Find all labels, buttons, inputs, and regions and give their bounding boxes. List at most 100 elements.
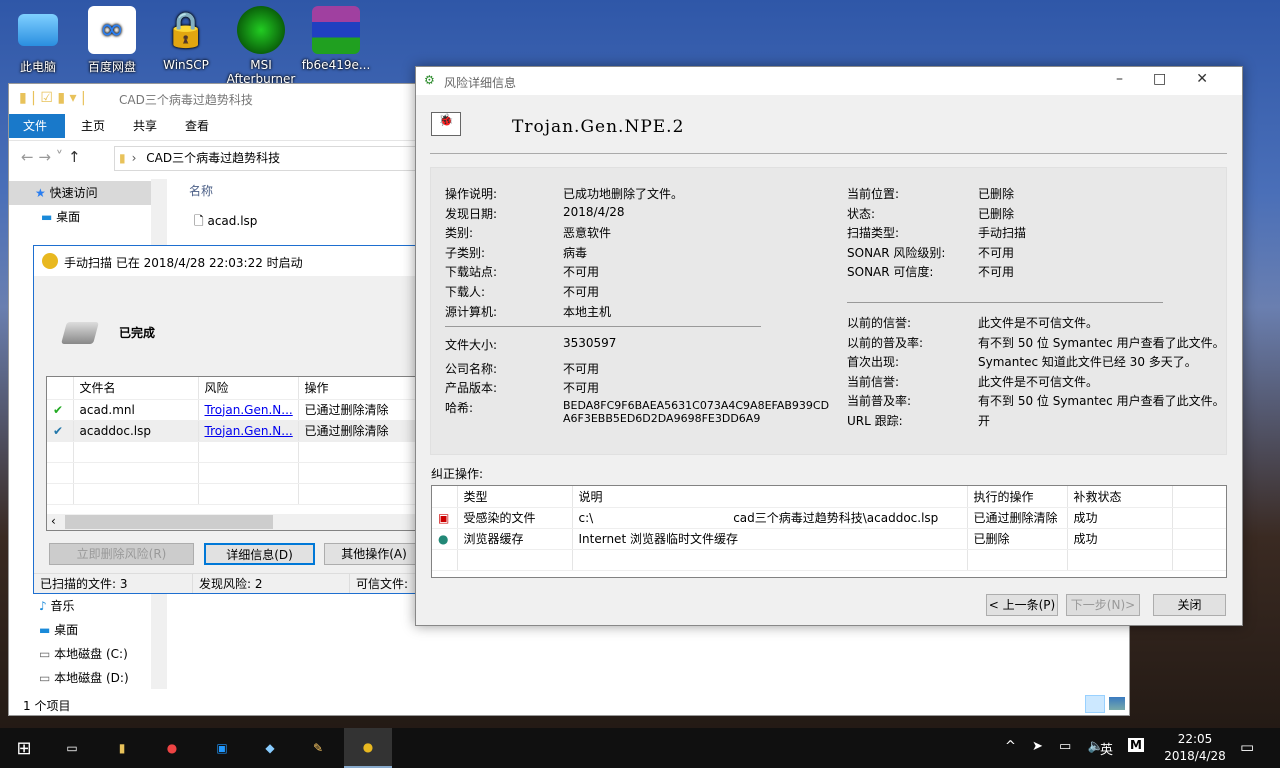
nav-quick-access[interactable]: ★ 快速访问 — [9, 181, 151, 205]
detail-label: 公司名称: — [445, 362, 498, 376]
file-item[interactable]: 🗋 acad.lsp — [194, 212, 257, 233]
detail-value: 此文件是不可信文件。 — [978, 316, 1099, 330]
m-icon[interactable]: M — [1128, 738, 1144, 752]
status-bar: 1 个项目 — [23, 699, 71, 713]
dialog-title: 手动扫描 已在 2018/4/28 22:03:22 时启动 — [64, 256, 303, 270]
large-icons-view-button[interactable] — [1109, 697, 1125, 710]
detail-value: 此文件是不可信文件。 — [978, 374, 1099, 389]
detail-label: 以前的信誉: — [847, 316, 912, 330]
detail-value: 不可用 — [978, 265, 1015, 280]
tab-view[interactable]: 查看 — [171, 114, 223, 138]
app-taskbar[interactable]: ▣ — [198, 728, 246, 768]
risk-link[interactable]: Trojan.Gen.N... — [205, 403, 293, 417]
notes-taskbar[interactable]: ◆ — [246, 728, 294, 768]
detail-value: 3530597 — [563, 336, 617, 350]
detail-label: 操作说明: — [445, 187, 498, 201]
detail-value: 本地主机 — [563, 304, 612, 319]
file-explorer-taskbar[interactable]: ▮ — [98, 728, 146, 768]
task-view-button[interactable]: ▭ — [48, 728, 96, 768]
table-row[interactable]: ✔ acad.mnl Trojan.Gen.N... 已通过删除清除 — [47, 399, 415, 421]
tray-icons[interactable]: ^ ➤ ▭ 🔈 — [1005, 739, 1110, 754]
col-desc[interactable]: 说明 — [572, 486, 968, 508]
details-button[interactable]: 详细信息(D) — [204, 543, 315, 565]
nav-desktop-2[interactable]: ▬ 桌面 — [39, 618, 129, 642]
detail-label: 下载人: — [445, 285, 486, 299]
column-name[interactable]: 名称 — [189, 182, 213, 199]
window-title: 风险详细信息 — [444, 76, 517, 90]
scanned-count: 已扫描的文件: 3 — [40, 577, 128, 591]
desktop-icon-baidu[interactable]: ∞ 百度网盘 — [76, 6, 148, 75]
detail-label: 哈希: — [445, 401, 474, 415]
remove-risks-button[interactable]: 立即删除风险(R) — [49, 543, 194, 565]
nav-drive-c[interactable]: ▭ 本地磁盘 (C:) — [39, 642, 129, 666]
detail-label: URL 跟踪: — [847, 414, 903, 428]
detail-label: SONAR 风险级别: — [847, 245, 946, 260]
drive-icon — [61, 322, 99, 344]
nav-drive-d[interactable]: ▭ 本地磁盘 (D:) — [39, 666, 129, 690]
col-status[interactable]: 补救状态 — [1067, 486, 1173, 508]
nav-arrows[interactable]: ← → ˅ ↑ — [21, 148, 81, 166]
risk-link[interactable]: Trojan.Gen.N... — [205, 424, 293, 438]
bug-icon: 🐞 — [431, 112, 461, 136]
tab-share[interactable]: 共享 — [119, 114, 171, 138]
taskbar: ⊞ ▭ ▮ ● ▣ ◆ ✎ ● ^ ➤ ▭ 🔈 英 M 22:05 2018/4/… — [0, 728, 1280, 768]
details-view-button[interactable] — [1085, 695, 1105, 713]
manual-scan-dialog: 手动扫描 已在 2018/4/28 22:03:22 时启动 已完成 文件名 风险… — [33, 245, 416, 594]
nav-music[interactable]: ♪ 音乐 — [39, 594, 129, 618]
window-controls[interactable]: –□✕ — [1116, 71, 1238, 87]
detail-label: 扫描类型: — [847, 226, 900, 241]
table-row[interactable]: ● 浏览器缓存 Internet 浏览器临时文件缓存 已删除 成功 — [432, 528, 1226, 550]
remediation-table: 类型 说明 执行的操作 补救状态 ▣ 受感染的文件 c:\ cad三个病毒过趋势科技\aca… — [431, 485, 1227, 578]
col-action[interactable]: 执行的操作 — [967, 486, 1068, 508]
detail-value: Symantec 知道此文件已经 30 多天了。 — [978, 355, 1197, 370]
detail-value: 不可用 — [978, 245, 1015, 260]
other-actions-button[interactable]: 其他操作(A) — [324, 543, 415, 565]
col-filename[interactable]: 文件名 — [73, 377, 199, 400]
nav-desktop[interactable]: ▬ 桌面 — [9, 205, 151, 229]
detail-label: 源计算机: — [445, 304, 498, 319]
detail-value: BEDA8FC9F6BAEA5631C073A4C9A8EFAB939CD — [563, 399, 830, 412]
detail-value: 开 — [978, 414, 991, 428]
tab-home[interactable]: 主页 — [67, 114, 119, 138]
tab-file[interactable]: 文件 — [9, 114, 65, 138]
desktop-icon-this-pc[interactable]: 此电脑 — [2, 6, 74, 75]
next-button[interactable]: 下一步(N)> — [1066, 594, 1140, 616]
table-row[interactable]: ▣ 受感染的文件 c:\ cad三个病毒过趋势科技\acaddoc.lsp 已通过删除清… — [432, 507, 1226, 529]
risks-count: 发现风险: 2 — [192, 574, 263, 593]
detail-label: 产品版本: — [445, 381, 498, 395]
start-button[interactable]: ⊞ — [0, 728, 48, 768]
trusted-count: 可信文件: 0 — [349, 574, 415, 593]
detail-value: 已删除 — [978, 206, 1015, 221]
previous-button[interactable]: < 上一条(P) — [986, 594, 1058, 616]
detail-value: 手动扫描 — [978, 226, 1027, 241]
desktop-icon-msi[interactable]: MSI Afterburner — [225, 6, 297, 86]
detail-label: SONAR 可信度: — [847, 265, 934, 280]
detail-value: A6F3EBB5ED6D2DA9698FE3DD6A9 — [563, 412, 761, 425]
detail-value: 有不到 50 位 Symantec 用户查看了此文件。 — [978, 335, 1225, 350]
ime-indicator[interactable]: 英 — [1100, 739, 1113, 758]
table-row[interactable]: ✔ acaddoc.lsp Trojan.Gen.N... 已通过删除清除 — [47, 420, 415, 442]
close-button[interactable]: 关闭 — [1153, 594, 1226, 616]
chrome-taskbar[interactable]: ● — [148, 728, 196, 768]
nav-lower: ♪ 音乐 ▬ 桌面 ▭ 本地磁盘 (C:) ▭ 本地磁盘 (D:) — [39, 594, 129, 690]
desktop-icon-winscp[interactable]: 🔒 WinSCP — [150, 6, 222, 72]
detail-label: 当前信誉: — [847, 374, 900, 389]
detail-value: 2018/4/28 — [563, 204, 625, 219]
desktop-icon-rar[interactable]: fb6e419e... — [300, 6, 372, 72]
infected-file-icon: ▣ — [432, 507, 458, 529]
symantec-taskbar[interactable]: ● — [344, 728, 392, 768]
col-risk[interactable]: 风险 — [198, 377, 299, 400]
detail-label: 状态: — [847, 206, 876, 221]
col-type[interactable]: 类型 — [457, 486, 573, 508]
horizontal-scrollbar[interactable]: ‹ — [47, 514, 415, 530]
paint-taskbar[interactable]: ✎ — [294, 728, 342, 768]
detail-value: 有不到 50 位 Symantec 用户查看了此文件。 — [978, 394, 1225, 409]
clock[interactable]: 22:05 2018/4/28 — [1160, 731, 1230, 765]
detail-value: 不可用 — [563, 381, 600, 395]
col-action[interactable]: 操作 — [298, 377, 415, 400]
notification-icon[interactable]: ▭ — [1240, 738, 1254, 756]
detail-label: 首次出现: — [847, 355, 900, 370]
scan-status: 已完成 — [119, 326, 156, 340]
symantec-icon — [42, 253, 58, 269]
detail-label: 文件大小: — [445, 338, 498, 352]
